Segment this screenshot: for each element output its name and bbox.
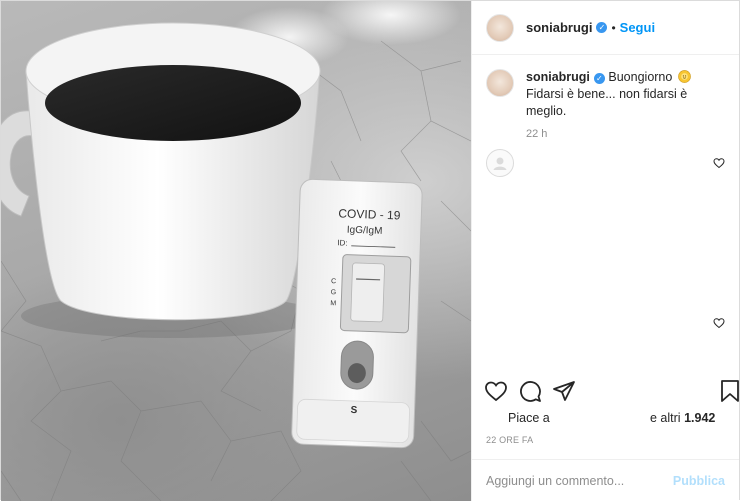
caption-avatar[interactable] <box>486 69 514 97</box>
test-title: COVID - 19 <box>338 206 401 222</box>
add-comment-form: Pubblica <box>472 459 739 501</box>
post-photo[interactable]: COVID - 19 IgG/IgM ID: C G M S <box>1 1 471 501</box>
post-side-panel: soniabrugi ✓ • Segui soniabrugi ✓ Buongio… <box>471 1 739 501</box>
instagram-post-modal: COVID - 19 IgG/IgM ID: C G M S soniabrug… <box>0 0 740 501</box>
test-result-window <box>350 262 385 323</box>
svg-text:G: G <box>331 289 337 296</box>
comment-avatar[interactable] <box>486 309 514 337</box>
post-caption: soniabrugi ✓ Buongiorno Fidarsi è bene...… <box>472 55 739 120</box>
likes-others[interactable]: e altri 1.942 <box>650 411 715 425</box>
caption-text: soniabrugi ✓ Buongiorno Fidarsi è bene...… <box>526 69 725 120</box>
photo-illustration: COVID - 19 IgG/IgM ID: C G M S <box>1 22 471 501</box>
svg-text:M: M <box>330 300 336 307</box>
svg-text:S: S <box>350 405 357 416</box>
post-header: soniabrugi ✓ • Segui <box>472 1 739 55</box>
paper-plane-icon[interactable] <box>552 379 576 403</box>
others-prefix: e altri <box>650 411 681 425</box>
comment-input[interactable] <box>486 473 673 488</box>
comment-row <box>472 149 739 177</box>
post-action-bar <box>472 379 739 405</box>
comment-avatar[interactable] <box>486 149 514 177</box>
caption-body: Fidarsi è bene... non fidarsi è meglio. <box>526 87 688 118</box>
verified-badge-icon: ✓ <box>593 73 605 84</box>
test-subtitle: IgG/IgM <box>347 225 383 237</box>
sun-emoji-icon <box>678 70 691 83</box>
separator-dot: • <box>611 20 616 35</box>
liked-by-label: Piace a <box>508 411 550 425</box>
bookmark-icon[interactable] <box>718 379 740 403</box>
follow-button[interactable]: Segui <box>620 20 655 35</box>
publish-button[interactable]: Pubblica <box>673 474 725 488</box>
comment-row <box>472 309 739 337</box>
verified-badge-icon: ✓ <box>596 22 608 33</box>
likes-count[interactable]: 1.942 <box>684 411 715 425</box>
comment-like-heart-icon[interactable] <box>713 317 725 329</box>
post-date[interactable]: 22 ORE FA <box>486 435 533 445</box>
author-username[interactable]: soniabrugi <box>526 20 592 35</box>
comment-like-heart-icon[interactable] <box>713 157 725 169</box>
caption-greeting: Buongiorno <box>608 70 673 84</box>
heart-outline-icon[interactable] <box>484 379 508 403</box>
covid-test-cassette: COVID - 19 IgG/IgM ID: C G M S <box>291 178 423 449</box>
test-id-label: ID: <box>337 238 348 247</box>
speech-bubble-icon[interactable] <box>518 379 542 403</box>
default-avatar-icon <box>493 157 507 170</box>
caption-timestamp[interactable]: 22 h <box>526 128 739 140</box>
cup-handle <box>1 110 34 217</box>
caption-username[interactable]: soniabrugi <box>526 70 590 84</box>
svg-text:C: C <box>331 278 336 285</box>
coffee <box>45 65 301 141</box>
author-avatar[interactable] <box>486 13 514 42</box>
